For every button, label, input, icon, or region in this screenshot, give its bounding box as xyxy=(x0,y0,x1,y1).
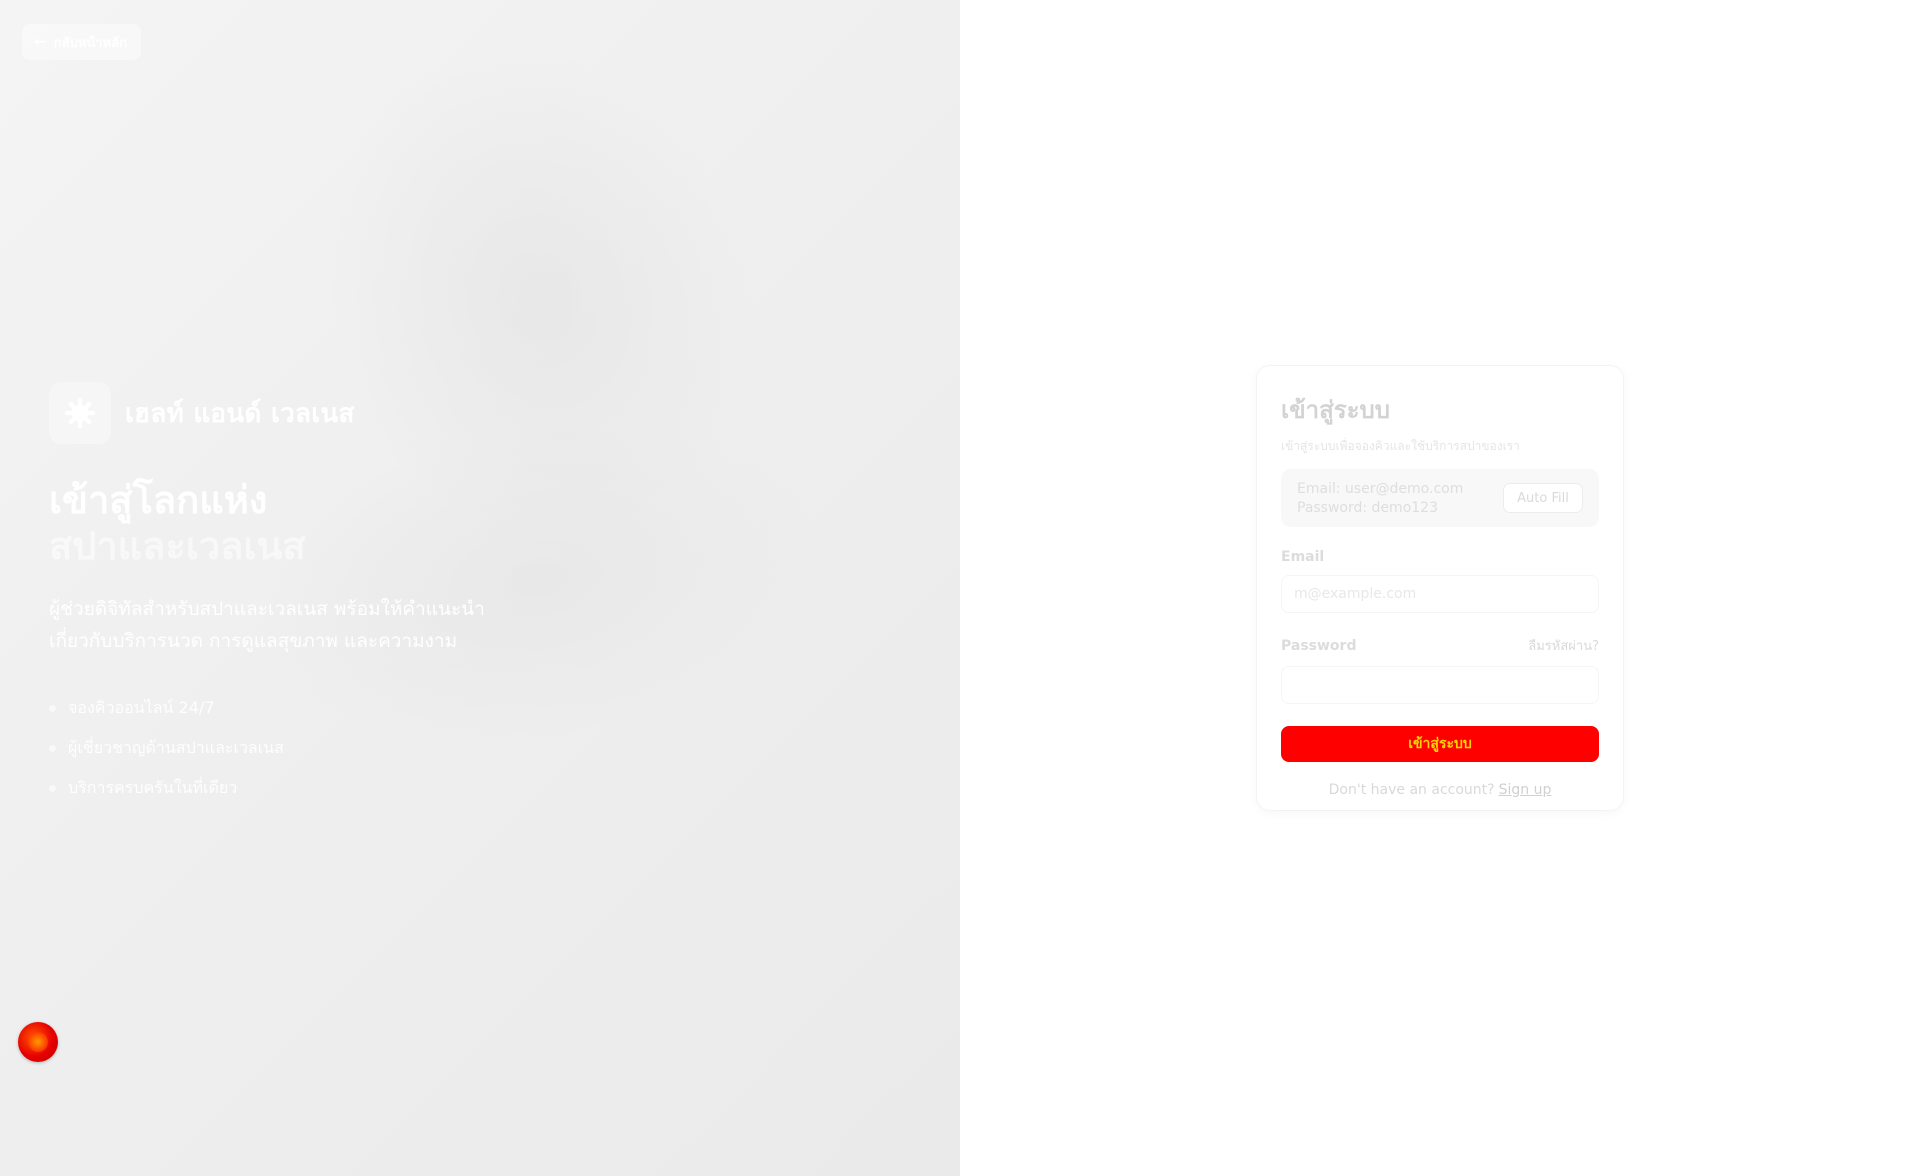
login-card: เข้าสู่ระบบ เข้าสู่ระบบเพื่อจองคิวและใช้… xyxy=(1256,365,1624,811)
gear-icon xyxy=(65,398,95,428)
feature-item: บริการครบครันในที่เดียว xyxy=(49,768,284,808)
hero-panel: ← กลับหน้าหลัก เฮลท์ แอนด์ เวลเนส เข้าสู… xyxy=(0,0,960,1176)
feature-list: จองคิวออนไลน์ 24/7 ผู้เชี่ยวชาญด้านสปาแล… xyxy=(49,688,284,808)
bullet-icon xyxy=(49,744,56,752)
back-home-label: กลับหน้าหลัก xyxy=(53,35,127,51)
floating-badge-button[interactable] xyxy=(18,1022,58,1062)
arrow-left-icon: ← xyxy=(34,34,46,50)
email-field[interactable] xyxy=(1281,575,1599,613)
bullet-icon xyxy=(49,784,56,792)
badge-icon xyxy=(28,1032,48,1052)
hero-background-image xyxy=(0,0,960,1176)
login-subtitle: เข้าสู่ระบบเพื่อจองคิวและใช้บริการสปาของ… xyxy=(1281,439,1520,453)
hero-description: ผู้ช่วยดิจิทัลสำหรับสปาและเวลเนส พร้อมให… xyxy=(49,598,485,652)
hero-headline-line1: เข้าสู่โลกแห่ง xyxy=(49,478,268,522)
auto-fill-button[interactable]: Auto Fill xyxy=(1503,483,1583,513)
feature-label: บริการครบครันในที่เดียว xyxy=(68,777,238,797)
password-field[interactable] xyxy=(1281,666,1599,704)
bullet-icon xyxy=(49,704,56,712)
feature-label: จองคิวออนไลน์ 24/7 xyxy=(68,697,215,717)
password-label: Password xyxy=(1281,637,1357,654)
demo-credentials-box: Email: user@demo.com Password: demo123 A… xyxy=(1281,469,1599,527)
login-area: เข้าสู่ระบบ เข้าสู่ระบบเพื่อจองคิวและใช้… xyxy=(960,0,1920,1176)
password-label-row: Password ลืมรหัสผ่าน? xyxy=(1281,635,1599,656)
sign-up-link[interactable]: Sign up xyxy=(1499,782,1552,798)
hero-headline-line2: สปาและเวลเนส xyxy=(49,524,306,568)
feature-label: ผู้เชี่ยวชาญด้านสปาและเวลเนส xyxy=(68,737,284,757)
hero-headline: เข้าสู่โลกแห่ง สปาและเวลเนส xyxy=(49,477,306,569)
email-label: Email xyxy=(1281,549,1325,565)
brand: เฮลท์ แอนด์ เวลเนส xyxy=(49,382,355,444)
feature-item: ผู้เชี่ยวชาญด้านสปาและเวลเนส xyxy=(49,728,284,768)
login-title: เข้าสู่ระบบ xyxy=(1281,396,1390,424)
demo-credentials: Email: user@demo.com Password: demo123 xyxy=(1297,481,1463,516)
login-submit-button[interactable]: เข้าสู่ระบบ xyxy=(1281,726,1599,762)
feature-item: จองคิวออนไลน์ 24/7 xyxy=(49,688,284,728)
forgot-password-link[interactable]: ลืมรหัสผ่าน? xyxy=(1528,635,1599,656)
back-home-button[interactable]: ← กลับหน้าหลัก xyxy=(22,24,141,60)
signup-prompt: Don't have an account? Sign up xyxy=(1281,782,1599,798)
demo-password: Password: demo123 xyxy=(1297,499,1438,516)
brand-logo xyxy=(49,382,111,444)
no-account-text: Don't have an account? xyxy=(1328,782,1495,798)
demo-email: Email: user@demo.com xyxy=(1297,480,1464,497)
brand-name: เฮลท์ แอนด์ เวลเนส xyxy=(125,398,355,429)
